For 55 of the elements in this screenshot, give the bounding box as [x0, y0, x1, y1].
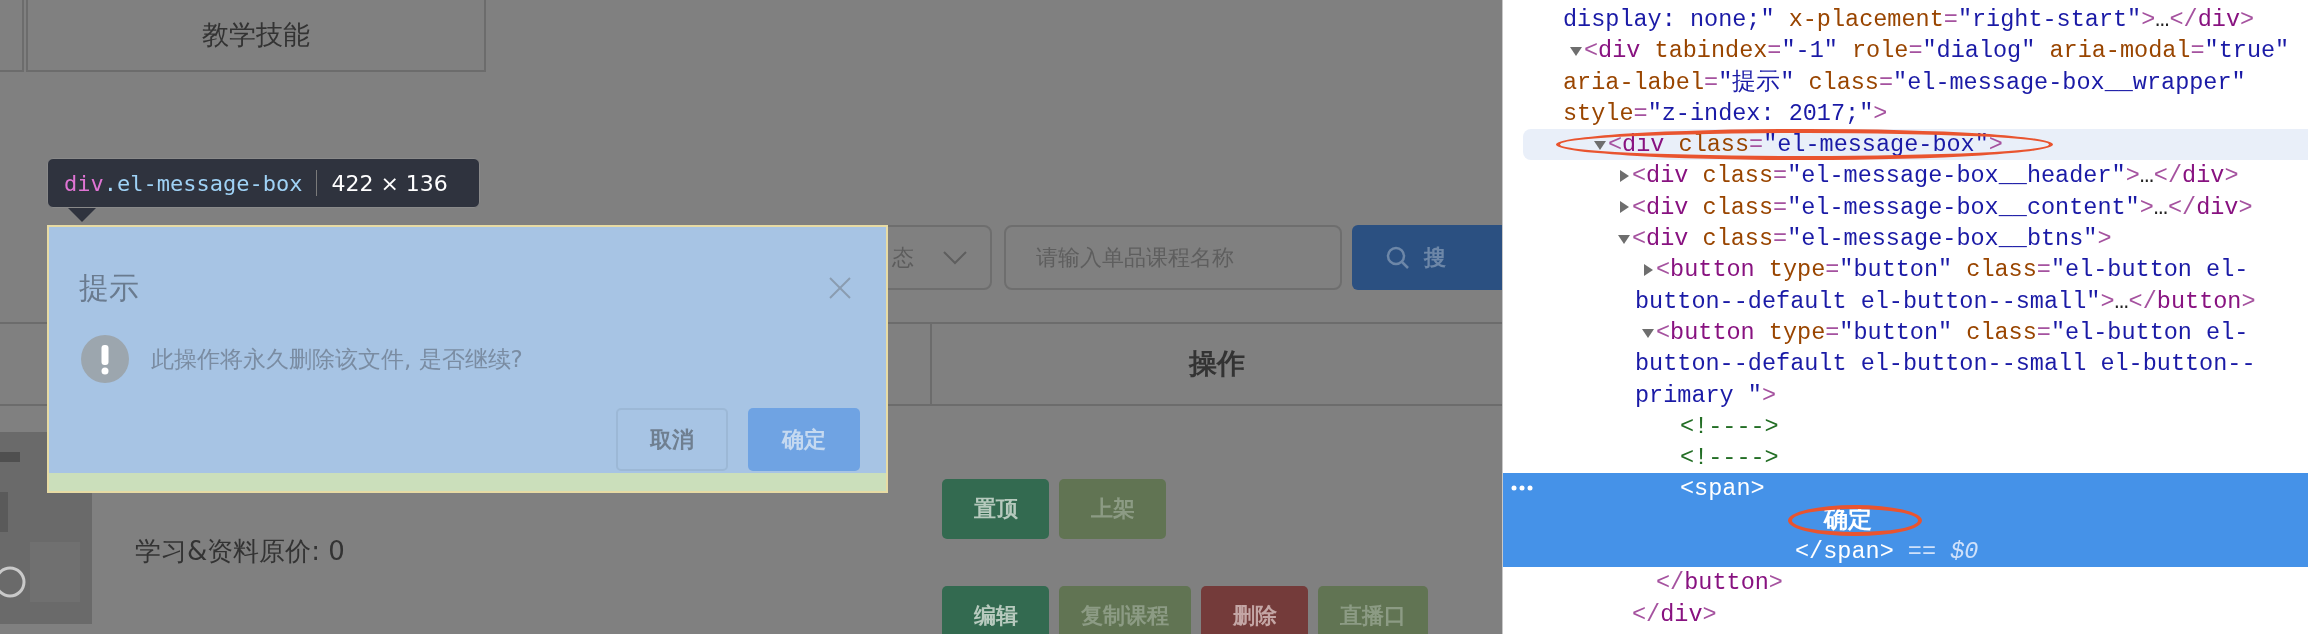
dialog-title: 提示 [79, 268, 139, 307]
tree-row[interactable]: <div class="el-message-box__btns"> [1503, 223, 2308, 255]
action-button[interactable]: 置顶 [942, 479, 1049, 539]
code-line: <!----> [1680, 443, 1779, 474]
code-line: <div class="el-message-box__btns"> [1632, 224, 2112, 255]
tree-row[interactable]: <button type="button" class="el-button el- [1503, 254, 2308, 286]
code-line: <span> [1680, 474, 1765, 505]
tree-row[interactable]: 确定 [1503, 504, 2308, 537]
code-line: 确定 [1824, 505, 1872, 536]
tree-row[interactable]: </button> [1503, 567, 2308, 599]
action-button[interactable]: 删除 [1201, 586, 1308, 634]
code-line: aria-label="提示" class="el-message-box__wrapper" [1563, 67, 2246, 98]
tree-row[interactable]: <div class="el-message-box"> [1523, 129, 2308, 161]
code-line: <!----> [1680, 411, 1779, 442]
code-line: button--default el-button--small">…</button> [1635, 286, 2256, 317]
code-line: <button type="button" class="el-button el- [1656, 255, 2249, 286]
search-icon [1386, 245, 1410, 270]
tree-row[interactable]: <!----> [1503, 410, 2308, 443]
tree-row[interactable]: style="z-index: 2017;"> [1503, 97, 2308, 130]
code-line: display: none;" x-placement="right-start">…</div> [1563, 5, 2255, 35]
tree-row[interactable]: button--default el-button--small el-button-- [1503, 348, 2308, 380]
tree-row[interactable]: </span> == $0 [1503, 536, 2308, 568]
tree-row[interactable]: <!----> [1503, 442, 2308, 474]
code-line: <div tabindex="-1" role="dialog" aria-modal="true" [1584, 36, 2290, 67]
chevron-down-icon [942, 249, 968, 266]
more-icon[interactable] [1511, 485, 1533, 492]
tree-row[interactable]: <button type="button" class="el-button el- [1503, 316, 2308, 349]
tree-row[interactable]: <div tabindex="-1" role="dialog" aria-modal="true" [1503, 35, 2308, 67]
tree-row[interactable]: aria-label="提示" class="el-message-box__wrapper" [1503, 66, 2308, 98]
tab[interactable]: 教学技能 [26, 0, 486, 72]
code-line: </span> == $0 [1795, 537, 1979, 568]
tree-row[interactable]: display: none;" x-placement="right-start">…</div> [1503, 4, 2308, 36]
tooltip-tag: div [64, 170, 104, 196]
tree-row[interactable]: <span> [1503, 473, 2308, 505]
code-line: style="z-index: 2017;"> [1563, 98, 1888, 129]
tree-row[interactable]: <div class="el-message-box__content">…</div> [1503, 191, 2308, 224]
warning-icon [81, 335, 129, 383]
column-header: 操作 [1187, 346, 1246, 382]
code-line: primary "> [1635, 380, 1777, 411]
action-button[interactable]: 编辑 [942, 586, 1049, 634]
code-line: </button> [1656, 568, 1783, 599]
tooltip-size: 422 × 136 [331, 170, 448, 196]
code-line: <button type="button" class="el-button el- [1656, 317, 2249, 348]
code-line: <div class="el-message-box"> [1608, 130, 2003, 161]
code-line: </div> [1632, 599, 1717, 630]
tree-row[interactable]: </div> [1503, 598, 2308, 630]
tree-row[interactable]: primary "> [1503, 379, 2308, 411]
code-line: <div class="el-message-box__content">…</div> [1632, 192, 2253, 223]
code-line: button--default el-button--small el-button-- [1635, 349, 2256, 380]
tree-row[interactable]: <div class="el-message-box__header">…</div> [1503, 160, 2308, 192]
price-text: 学习&资料原价: 0 [135, 535, 346, 568]
code-line: <div class="el-message-box__header">…</div> [1632, 161, 2239, 192]
tree-row[interactable]: button--default el-button--small">…</button> [1503, 285, 2308, 317]
tooltip-selector: .el-message-box [103, 170, 303, 196]
dialog-message: 此操作将永久删除该文件, 是否继续? [151, 344, 523, 374]
